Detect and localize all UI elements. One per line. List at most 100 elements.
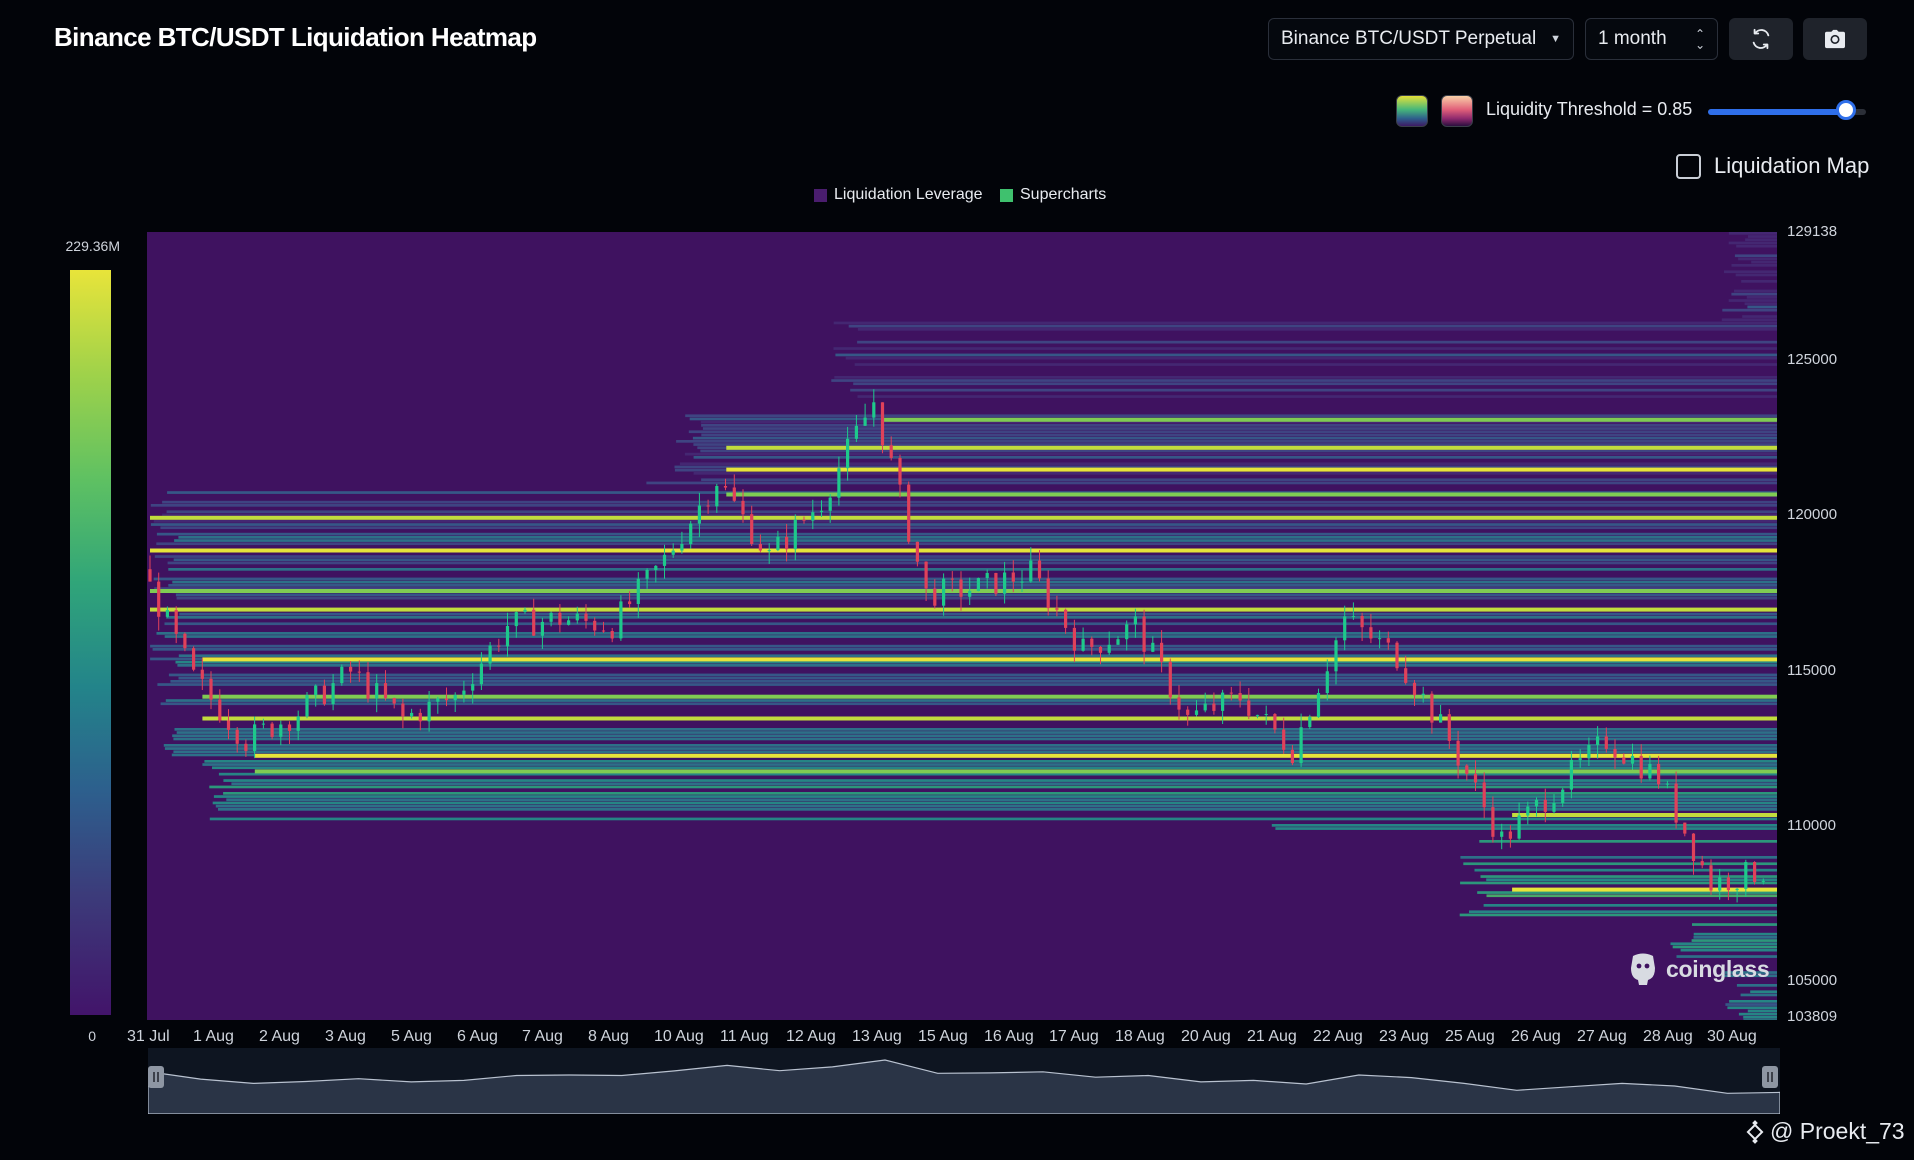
x-tick: 6 Aug (457, 1028, 498, 1045)
candle-body (523, 609, 527, 612)
liquidity-band (170, 680, 1777, 683)
pair-select[interactable]: Binance BTC/USDT Perpetual ▼ (1268, 18, 1574, 60)
liquidity-band (693, 443, 1777, 446)
strong-liquidity-level (883, 417, 1777, 422)
liquidity-band (164, 747, 1777, 750)
liquidity-band (150, 644, 1777, 648)
liquidity-band (173, 737, 1777, 741)
strong-liquidity-level (254, 753, 1777, 758)
liquidity-band (163, 744, 1777, 747)
candle-body (1412, 682, 1417, 696)
candle-body (1657, 763, 1661, 785)
range-select[interactable]: 1 month ⌃ ⌃ (1585, 18, 1718, 60)
liquidity-band (174, 728, 1777, 731)
candle-body (1439, 714, 1443, 723)
x-tick: 28 Aug (1643, 1028, 1693, 1045)
liquidity-band (693, 472, 1777, 475)
candle-body (1168, 661, 1172, 698)
liquidity-band (854, 363, 1777, 366)
candle-body (1290, 749, 1294, 764)
candle-body (410, 712, 414, 717)
liquidity-band (174, 539, 1777, 542)
liquidity-band (165, 699, 1777, 702)
liquidity-band (831, 379, 1777, 382)
candle-body (1116, 639, 1120, 645)
liquidity-band (179, 612, 1777, 616)
range-navigator[interactable] (148, 1048, 1780, 1114)
candle-body (462, 690, 466, 695)
candle-body (218, 699, 222, 721)
candle-body (1596, 736, 1600, 745)
liquidity-band (1743, 1019, 1777, 1020)
candle-body (418, 712, 422, 722)
liquidity-band (150, 523, 1777, 526)
liquidation-map-label[interactable]: Liquidation Map (1714, 153, 1869, 179)
candle-body (671, 550, 675, 555)
navigator-left-handle[interactable] (148, 1066, 164, 1088)
candle-body (1334, 640, 1338, 672)
liquidity-band (701, 424, 1777, 427)
liquidity-band (167, 561, 1777, 565)
candle-body (1221, 692, 1225, 711)
candle-body (1630, 755, 1635, 764)
threshold-slider-handle[interactable] (1836, 100, 1857, 120)
liquidity-band (1751, 260, 1777, 264)
candle-body (1709, 865, 1713, 891)
colorbar-min-label: 0 (88, 1028, 96, 1044)
liquidity-band (156, 542, 1777, 546)
liquidity-band (1459, 913, 1777, 917)
liquidation-heatmap[interactable] (147, 232, 1777, 1020)
liquidity-band (157, 683, 1777, 686)
candle-body (1665, 783, 1669, 785)
candle-body (1037, 560, 1042, 579)
navigator-right-handle[interactable] (1762, 1066, 1778, 1088)
liquidation-map-checkbox[interactable] (1676, 154, 1701, 179)
candle-body (610, 631, 614, 639)
candle-body (453, 694, 457, 701)
x-tick: 21 Aug (1247, 1028, 1297, 1045)
liquidity-band (1736, 244, 1777, 248)
candle-body (1639, 755, 1643, 779)
candle-body (907, 484, 911, 542)
candle-body (1125, 624, 1129, 640)
candle-body (619, 601, 623, 639)
legend-supercharts[interactable]: Supercharts (1000, 186, 1106, 204)
coinglass-watermark: coinglass (1628, 952, 1770, 986)
candle-body (209, 678, 213, 700)
liquidity-band (857, 340, 1777, 344)
liquidity-band (1735, 273, 1777, 277)
candle-body (1386, 638, 1390, 643)
legend-swatch (1000, 188, 1013, 202)
liquidity-band (202, 763, 1777, 766)
candle-body (863, 417, 867, 426)
legend-liquidation-leverage[interactable]: Liquidation Leverage (814, 186, 983, 204)
strong-liquidity-level (202, 694, 1777, 699)
candle-body (1552, 803, 1556, 812)
viridis-theme-swatch[interactable] (1396, 95, 1428, 127)
liquidity-band (1728, 299, 1777, 302)
candle-body (680, 544, 684, 551)
refresh-button[interactable] (1729, 18, 1793, 60)
range-select-value: 1 month (1598, 28, 1667, 49)
candle-body (1482, 782, 1486, 808)
candle-body (279, 724, 283, 737)
candle-body (837, 468, 841, 498)
candle-body (1604, 736, 1608, 749)
magma-theme-swatch[interactable] (1441, 95, 1473, 127)
candle-body (802, 519, 806, 521)
candle-body (776, 536, 780, 551)
candle-body (200, 669, 204, 679)
candle-body (253, 724, 257, 751)
candle-body (192, 648, 196, 670)
candle-body (662, 554, 667, 566)
candle-body (1212, 703, 1216, 711)
screenshot-button[interactable] (1803, 18, 1867, 60)
candle-body (235, 729, 239, 744)
candle-body (261, 723, 265, 725)
candle-body (1508, 831, 1512, 839)
candle-body (1177, 697, 1181, 710)
candle-body (994, 573, 998, 594)
liquidity-band (173, 750, 1777, 754)
candle-body (244, 743, 248, 751)
x-tick: 27 Aug (1577, 1028, 1627, 1045)
